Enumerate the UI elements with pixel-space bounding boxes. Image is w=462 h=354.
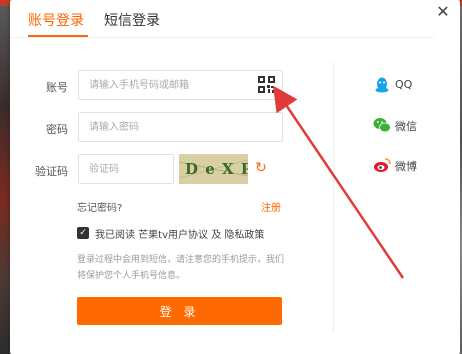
refresh-captcha-icon[interactable]: ↻ — [253, 160, 269, 176]
weibo-label: 微博 — [395, 160, 417, 173]
agreement-text: 我已阅读 芒果tv用户协议 及 隐私政策 — [95, 226, 264, 241]
login-button[interactable]: 登 录 — [77, 297, 282, 325]
account-label: 账号 — [46, 81, 68, 94]
weibo-icon — [374, 158, 391, 172]
wechat-icon — [373, 118, 391, 133]
password-label: 密码 — [46, 123, 68, 136]
agree-checkbox[interactable]: ✓ — [77, 227, 89, 239]
tab-sms-login[interactable]: 短信登录 — [104, 10, 160, 30]
tab-account-login[interactable]: 账号登录 — [28, 10, 84, 30]
captcha-label: 验证码 — [35, 165, 68, 178]
qr-code-icon[interactable] — [258, 76, 275, 93]
tab-divider — [10, 37, 434, 38]
close-icon[interactable]: ✕ — [435, 4, 451, 20]
captcha-image[interactable]: D e X P — [179, 154, 248, 184]
agree-and: 及 — [208, 230, 225, 241]
qq-icon — [375, 77, 389, 93]
wechat-label: 微信 — [395, 120, 417, 133]
account-input[interactable] — [78, 70, 283, 100]
privacy-policy-link[interactable]: 隐私政策 — [224, 230, 264, 241]
login-dialog: 账号登录 短信登录 ✕ 账号 密码 验证码 D e X P ↻ 忘记密码? 注册… — [10, 0, 460, 354]
password-input[interactable] — [78, 112, 283, 142]
captcha-text: D e X P — [185, 160, 248, 178]
captcha-input[interactable] — [78, 154, 174, 184]
sms-notice: 登录过程中会用到短信，请注意您的手机提示，我们将保护您个人手机号信息。 — [77, 255, 285, 281]
qq-label: QQ — [395, 78, 413, 91]
register-link[interactable]: 注册 — [261, 199, 281, 214]
forgot-password-link[interactable]: 忘记密码? — [77, 199, 122, 214]
user-agreement-link[interactable]: 芒果tv用户协议 — [138, 230, 208, 241]
vertical-divider — [333, 62, 334, 332]
agree-prefix: 我已阅读 — [95, 230, 139, 241]
